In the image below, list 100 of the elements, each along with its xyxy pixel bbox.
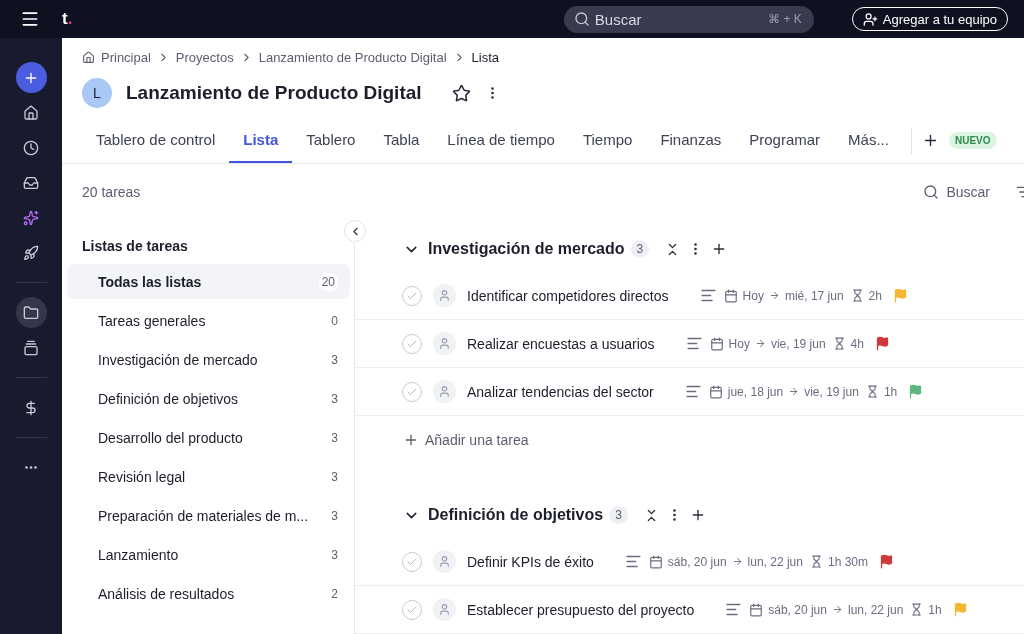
end-date: lun, 22 jun <box>747 554 803 569</box>
duration: 4h <box>850 336 864 351</box>
view-tab[interactable]: Programar <box>735 118 835 163</box>
search-field[interactable]: Buscar ⌘ + K <box>563 5 814 33</box>
list-name: Investigación de mercado <box>98 351 258 368</box>
list-count: 3 <box>331 508 338 523</box>
view-tab[interactable]: Tablero <box>292 118 370 163</box>
task-count: 20 tareas <box>82 184 141 200</box>
view-tab[interactable]: Tiempo <box>568 118 647 163</box>
description-icon <box>684 383 702 400</box>
view-tab[interactable]: Finanzas <box>646 118 736 163</box>
view-tab[interactable]: Lista <box>229 118 293 163</box>
calendar-icon <box>709 336 724 351</box>
search-icon <box>923 184 940 200</box>
home-icon <box>23 104 39 121</box>
list-name: Todas las listas <box>98 273 202 290</box>
end-date: vie, 19 jun <box>770 336 826 351</box>
breadcrumb-link[interactable]: Lanzamiento de Producto Digital <box>258 49 447 65</box>
arrow-icon <box>831 604 843 615</box>
arrow-icon <box>731 556 743 567</box>
view-tab[interactable]: Tabla <box>369 118 434 163</box>
list-item[interactable]: Preparación de materiales de m... 3 <box>67 498 350 533</box>
description-icon <box>685 335 703 352</box>
person-icon <box>438 603 451 616</box>
user-plus-icon <box>862 11 878 27</box>
task-name[interactable]: Definir KPIs de éxito <box>467 553 594 570</box>
duration: 2h <box>868 288 882 303</box>
complete-checkbox[interactable] <box>402 551 422 572</box>
menu-icon[interactable] <box>20 9 40 29</box>
duration: 1h <box>928 602 942 617</box>
collapse-button[interactable] <box>344 220 366 242</box>
dollar-icon <box>23 399 39 416</box>
view-tab[interactable]: Más... <box>834 118 903 163</box>
list-count: 3 <box>331 391 338 406</box>
lists-heading: Listas de tareas <box>81 238 189 256</box>
start-date: sáb, 20 jun <box>768 602 827 617</box>
list-count: 2 <box>331 586 338 601</box>
calendar-icon <box>723 288 738 303</box>
star-icon <box>451 83 471 103</box>
list-count: 20 <box>318 272 338 291</box>
more-icon <box>672 509 676 521</box>
start-date: sáb, 20 jun <box>667 554 727 569</box>
list-item[interactable]: Todas las listas 20 <box>67 264 350 299</box>
group-title: Definición de objetivos <box>428 506 604 524</box>
list-item[interactable]: Revisión legal 3 <box>67 459 350 494</box>
list-item[interactable]: Investigación de mercado 3 <box>67 342 350 377</box>
list-item[interactable]: Desarrollo del producto 3 <box>67 420 350 455</box>
end-date: mié, 17 jun <box>784 288 844 303</box>
list-count: 3 <box>331 547 338 562</box>
hourglass-icon <box>850 289 864 302</box>
folder-icon <box>23 304 39 321</box>
start-date: Hoy <box>742 288 764 303</box>
complete-checkbox[interactable] <box>402 599 422 620</box>
hourglass-icon <box>865 385 879 398</box>
clock-icon <box>23 139 39 156</box>
inbox-icon <box>23 174 39 191</box>
list-item[interactable]: Análisis de resultados 2 <box>67 576 350 611</box>
breadcrumb-link[interactable]: Proyectos <box>175 49 234 65</box>
list-count: 3 <box>331 352 338 367</box>
rail-button[interactable] <box>15 297 47 328</box>
view-tab[interactable]: Línea de tiempo <box>433 118 569 163</box>
breadcrumb-link[interactable]: Principal <box>101 49 151 65</box>
list-item[interactable]: Lanzamiento 3 <box>67 537 350 572</box>
search-button[interactable]: Buscar <box>917 183 996 201</box>
duration: 1h <box>883 384 898 399</box>
complete-checkbox[interactable] <box>402 285 422 306</box>
person-icon <box>438 337 451 350</box>
add-task-button[interactable]: Añadir una tarea <box>355 416 529 464</box>
task-name[interactable]: Establecer presupuesto del proyecto <box>467 601 695 618</box>
view-tab[interactable]: Tablero de control <box>82 118 230 163</box>
list-name: Desarrollo del producto <box>98 429 243 446</box>
complete-checkbox[interactable] <box>402 333 422 354</box>
list-count: 3 <box>331 430 338 445</box>
calendar-icon <box>648 554 663 569</box>
duration: 1h 30m <box>827 554 868 569</box>
list-name: Preparación de materiales de m... <box>98 507 309 524</box>
end-date: vie, 19 jun <box>804 384 859 399</box>
group-count: 3 <box>609 506 628 524</box>
hourglass-icon <box>832 337 846 350</box>
gallery-icon <box>23 339 39 356</box>
list-item[interactable]: Tareas generales 0 <box>67 303 350 338</box>
plus-icon <box>403 432 419 448</box>
more-icon <box>694 243 698 255</box>
description-icon <box>725 601 743 618</box>
project-avatar: L <box>82 78 112 108</box>
description-icon <box>699 287 717 304</box>
person-icon <box>438 555 451 568</box>
complete-checkbox[interactable] <box>402 381 422 402</box>
description-icon <box>624 553 642 570</box>
list-item[interactable]: Definición de objetivos 3 <box>67 381 350 416</box>
rocket-icon <box>23 244 39 261</box>
task-name[interactable]: Realizar encuestas a usuarios <box>467 335 655 352</box>
group-title: Investigación de mercado <box>428 240 625 258</box>
rail-button[interactable] <box>15 62 47 93</box>
group-count: 3 <box>630 240 650 258</box>
arrow-icon <box>788 386 800 397</box>
logo[interactable]: t. <box>62 9 73 29</box>
task-name[interactable]: Analizar tendencias del sector <box>467 383 654 400</box>
breadcrumb-link[interactable]: Lista <box>471 49 500 65</box>
task-name[interactable]: Identificar competidores directos <box>467 287 669 304</box>
